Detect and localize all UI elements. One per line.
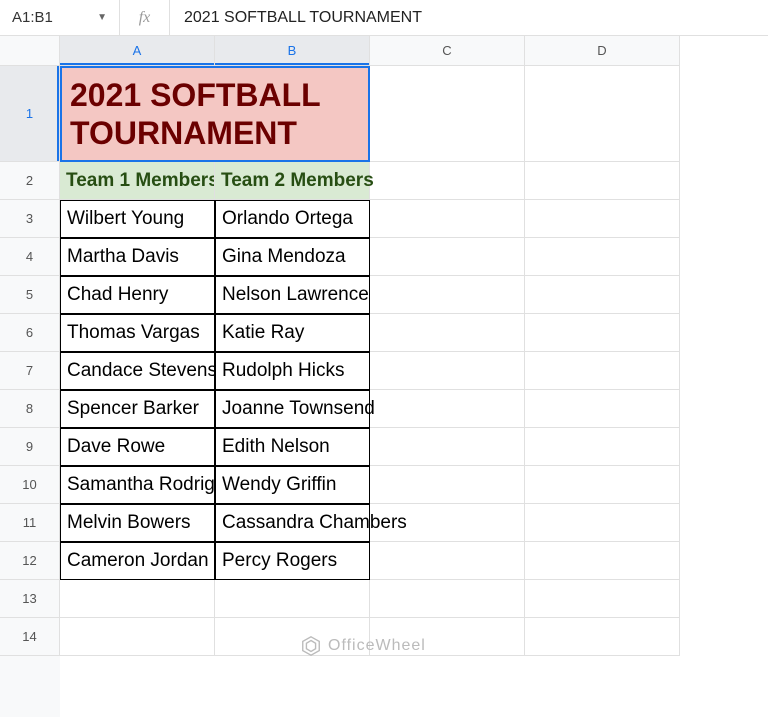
cell-b5[interactable]: Nelson Lawrence [215, 276, 370, 314]
row-header-9[interactable]: 9 [0, 428, 60, 466]
cell-c4[interactable] [370, 238, 525, 276]
col-header-a[interactable]: A [60, 36, 215, 66]
watermark-text: OfficeWheel [328, 637, 426, 655]
cell-a4[interactable]: Martha Davis [60, 238, 215, 276]
cell-a12[interactable]: Cameron Jordan [60, 542, 215, 580]
row-header-4[interactable]: 4 [0, 238, 60, 276]
cell-a7[interactable]: Candace Stevenson [60, 352, 215, 390]
row-header-12[interactable]: 12 [0, 542, 60, 580]
name-box[interactable]: A1:B1 ▼ [0, 0, 120, 35]
formula-input[interactable]: 2021 SOFTBALL TOURNAMENT [170, 0, 768, 35]
row-header-6[interactable]: 6 [0, 314, 60, 352]
col-header-c[interactable]: C [370, 36, 525, 66]
row-header-5[interactable]: 5 [0, 276, 60, 314]
row-header-11[interactable]: 11 [0, 504, 60, 542]
name-box-value: A1:B1 [12, 9, 53, 26]
formula-bar: A1:B1 ▼ fx 2021 SOFTBALL TOURNAMENT [0, 0, 768, 36]
fx-label: fx [120, 0, 170, 35]
select-all-corner[interactable] [0, 36, 60, 66]
row-header-8[interactable]: 8 [0, 390, 60, 428]
cell-c12[interactable] [370, 542, 525, 580]
row-header-1[interactable]: 1 [0, 66, 60, 162]
cell-a8[interactable]: Spencer Barker [60, 390, 215, 428]
cell-c7[interactable] [370, 352, 525, 390]
cell-d14[interactable] [525, 618, 680, 656]
cell-a10[interactable]: Samantha Rodriguez [60, 466, 215, 504]
cell-a9[interactable]: Dave Rowe [60, 428, 215, 466]
cell-d1[interactable] [525, 66, 680, 162]
cell-d10[interactable] [525, 466, 680, 504]
col-header-b[interactable]: B [215, 36, 370, 66]
cell-d9[interactable] [525, 428, 680, 466]
cell-c5[interactable] [370, 276, 525, 314]
cell-c10[interactable] [370, 466, 525, 504]
cell-b7[interactable]: Rudolph Hicks [215, 352, 370, 390]
cell-d4[interactable] [525, 238, 680, 276]
cell-b12[interactable]: Percy Rogers [215, 542, 370, 580]
cell-d12[interactable] [525, 542, 680, 580]
cell-c8[interactable] [370, 390, 525, 428]
dropdown-arrow-icon[interactable]: ▼ [97, 12, 107, 23]
cell-a5[interactable]: Chad Henry [60, 276, 215, 314]
cell-b8[interactable]: Joanne Townsend [215, 390, 370, 428]
cell-c13[interactable] [370, 580, 525, 618]
cell-a6[interactable]: Thomas Vargas [60, 314, 215, 352]
cell-c9[interactable] [370, 428, 525, 466]
row-header-7[interactable]: 7 [0, 352, 60, 390]
hexagon-icon [300, 635, 322, 657]
cell-c3[interactable] [370, 200, 525, 238]
cell-d11[interactable] [525, 504, 680, 542]
cell-a14[interactable] [60, 618, 215, 656]
cell-a1-b1-merged[interactable]: 2021 SOFTBALL TOURNAMENT [60, 66, 370, 162]
cell-d5[interactable] [525, 276, 680, 314]
cell-a13[interactable] [60, 580, 215, 618]
cell-b6[interactable]: Katie Ray [215, 314, 370, 352]
cell-c1[interactable] [370, 66, 525, 162]
cell-b11[interactable]: Cassandra Chambers [215, 504, 370, 542]
cell-b10[interactable]: Wendy Griffin [215, 466, 370, 504]
cell-b9[interactable]: Edith Nelson [215, 428, 370, 466]
cell-d2[interactable] [525, 162, 680, 200]
cell-d7[interactable] [525, 352, 680, 390]
cell-d6[interactable] [525, 314, 680, 352]
cell-c2[interactable] [370, 162, 525, 200]
row-header-2[interactable]: 2 [0, 162, 60, 200]
cell-a2[interactable]: Team 1 Members [60, 162, 215, 200]
cell-d13[interactable] [525, 580, 680, 618]
grid-area[interactable]: 2021 SOFTBALL TOURNAMENT Team 1 Members … [60, 66, 768, 717]
sheet-container: 1 2 3 4 5 6 7 8 9 10 11 12 13 14 2021 SO… [0, 66, 768, 717]
cell-d3[interactable] [525, 200, 680, 238]
cell-a3[interactable]: Wilbert Young [60, 200, 215, 238]
cell-b13[interactable] [215, 580, 370, 618]
cell-c6[interactable] [370, 314, 525, 352]
watermark: OfficeWheel [300, 635, 426, 657]
row-header-14[interactable]: 14 [0, 618, 60, 656]
cell-a11[interactable]: Melvin Bowers [60, 504, 215, 542]
cell-b4[interactable]: Gina Mendoza [215, 238, 370, 276]
col-header-d[interactable]: D [525, 36, 680, 66]
cell-d8[interactable] [525, 390, 680, 428]
row-header-3[interactable]: 3 [0, 200, 60, 238]
row-headers: 1 2 3 4 5 6 7 8 9 10 11 12 13 14 [0, 66, 60, 717]
row-header-10[interactable]: 10 [0, 466, 60, 504]
row-header-13[interactable]: 13 [0, 580, 60, 618]
column-headers: A B C D [60, 36, 680, 66]
cell-b3[interactable]: Orlando Ortega [215, 200, 370, 238]
cell-b2[interactable]: Team 2 Members [215, 162, 370, 200]
